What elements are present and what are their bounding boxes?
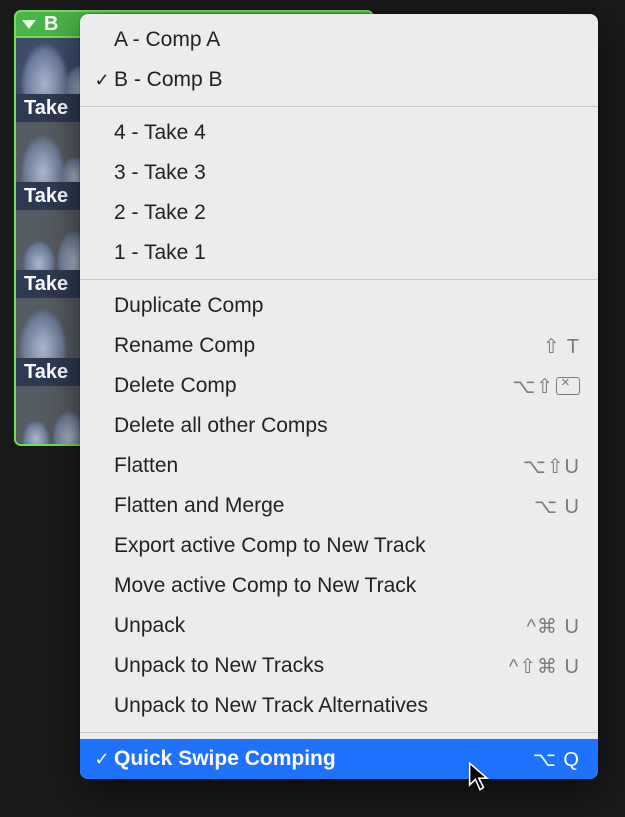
menu-item[interactable]: 1 - Take 1 [80,233,598,273]
menu-item[interactable]: Duplicate Comp [80,286,598,326]
menu-item-label: Delete Comp [114,374,512,398]
menu-item[interactable]: A - Comp A [80,20,598,60]
menu-item-label: Rename Comp [114,334,543,358]
checkmark-icon: ✓ [90,70,114,91]
menu-item-label: 1 - Take 1 [114,241,580,265]
menu-item[interactable]: Unpack to New Track Alternatives [80,686,598,726]
menu-item-label: Flatten [114,454,523,478]
menu-item-label: Move active Comp to New Track [114,574,580,598]
menu-item-label: Export active Comp to New Track [114,534,580,558]
menu-item-label: Quick Swipe Comping [114,747,533,771]
menu-item-label: A - Comp A [114,28,580,52]
menu-shortcut: ⇧ T [543,334,580,359]
menu-shortcut: ⌥⇧U [523,454,580,479]
checkmark-icon: ✓ [90,749,114,770]
menu-item[interactable]: Export active Comp to New Track [80,526,598,566]
menu-item[interactable]: Flatten⌥⇧U [80,446,598,486]
menu-item-label: Delete all other Comps [114,414,580,438]
delete-key-icon [556,377,580,395]
menu-item[interactable]: 4 - Take 4 [80,113,598,153]
menu-item-label: Flatten and Merge [114,494,534,518]
menu-item-label: Unpack to New Track Alternatives [114,694,580,718]
menu-item[interactable]: Unpack to New Tracks^⇧⌘ U [80,646,598,686]
comp-menu: A - Comp A✓B - Comp B4 - Take 43 - Take … [80,14,598,779]
menu-shortcut: ⌥⇧ [512,374,580,399]
menu-item-label: 4 - Take 4 [114,121,580,145]
menu-item[interactable]: ✓Quick Swipe Comping⌥ Q [80,739,598,779]
menu-item-label: 3 - Take 3 [114,161,580,185]
menu-shortcut: ⌥ Q [533,747,580,772]
menu-item[interactable]: Delete all other Comps [80,406,598,446]
region-title: B [44,13,58,36]
menu-item[interactable]: Unpack^⌘ U [80,606,598,646]
menu-item[interactable]: Flatten and Merge⌥ U [80,486,598,526]
menu-shortcut: ^⌘ U [527,614,580,639]
menu-shortcut: ^⇧⌘ U [509,654,580,679]
menu-item[interactable]: Rename Comp⇧ T [80,326,598,366]
menu-item[interactable]: 3 - Take 3 [80,153,598,193]
menu-shortcut: ⌥ U [534,494,580,519]
menu-separator [80,279,598,280]
menu-item-label: B - Comp B [114,68,580,92]
menu-item-label: Unpack [114,614,527,638]
menu-separator [80,106,598,107]
menu-item[interactable]: ✓B - Comp B [80,60,598,100]
menu-item[interactable]: Move active Comp to New Track [80,566,598,606]
menu-separator [80,732,598,733]
menu-item-label: 2 - Take 2 [114,201,580,225]
menu-item-label: Unpack to New Tracks [114,654,509,678]
menu-item[interactable]: Delete Comp⌥⇧ [80,366,598,406]
disclosure-icon[interactable] [22,20,36,29]
menu-item-label: Duplicate Comp [114,294,580,318]
menu-item[interactable]: 2 - Take 2 [80,193,598,233]
